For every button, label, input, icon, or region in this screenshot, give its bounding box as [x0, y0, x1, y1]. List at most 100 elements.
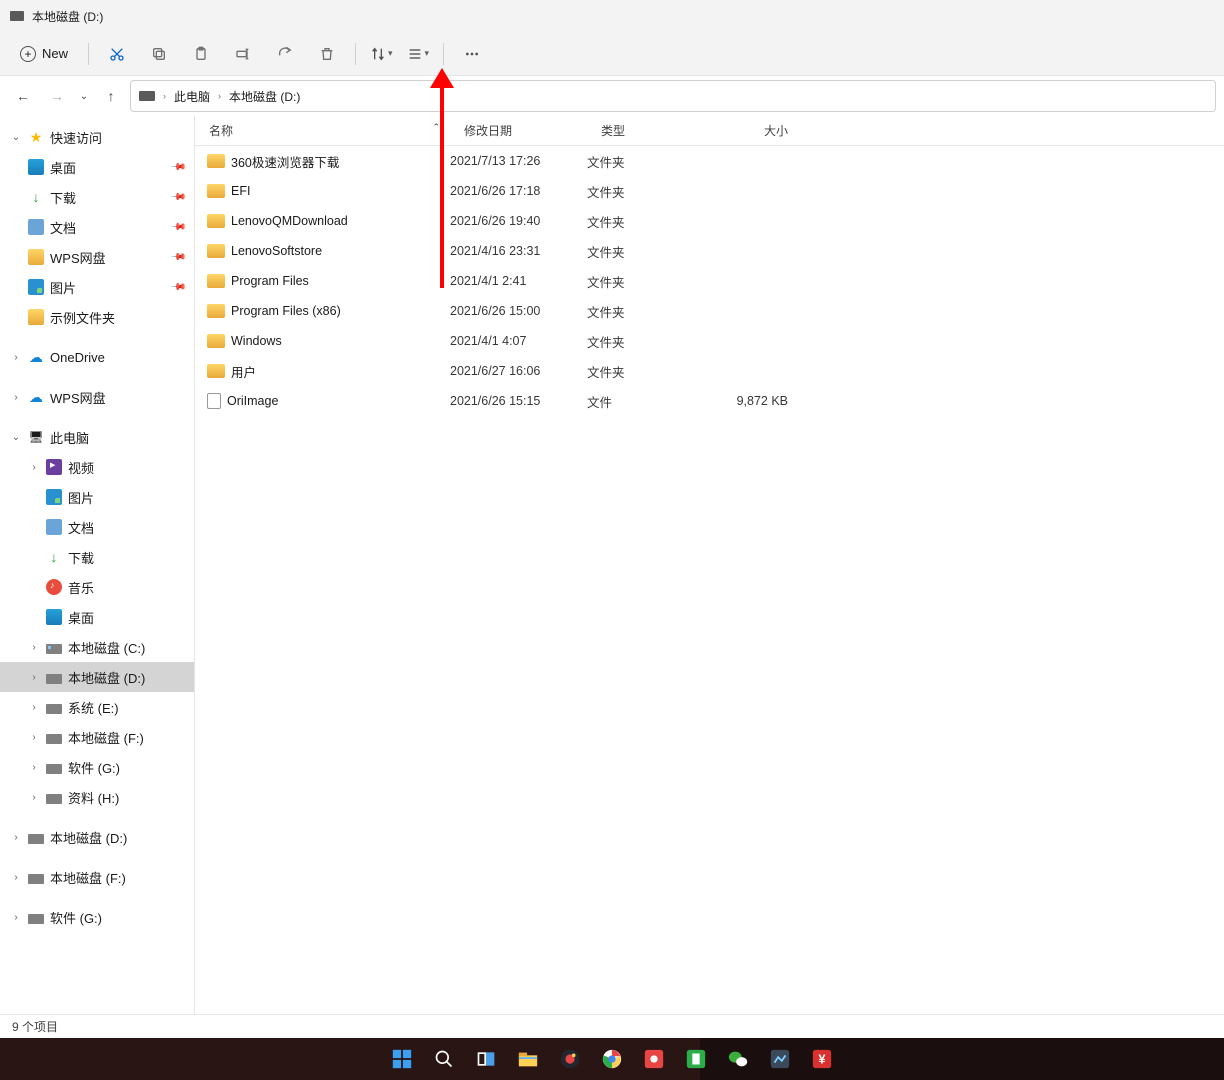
music-icon [46, 579, 62, 595]
drive-icon [46, 704, 62, 714]
paste-button[interactable] [183, 37, 219, 71]
pin-icon: 📌 [169, 219, 186, 236]
sort-button[interactable]: ▾ [366, 37, 397, 71]
sidebar-item-documents[interactable]: 文档📌 [0, 212, 194, 242]
rename-button[interactable] [225, 37, 261, 71]
col-type[interactable]: 类型 [587, 122, 702, 139]
chevron-right-icon: › [28, 642, 40, 653]
chevron-right-icon: › [161, 91, 168, 101]
sidebar-item-drive-g-ext[interactable]: › 软件 (G:) [0, 902, 194, 932]
folder-icon [207, 214, 225, 228]
taskview-button[interactable] [467, 1040, 505, 1078]
delete-button[interactable] [309, 37, 345, 71]
sidebar-item-drive-g[interactable]: ›软件 (G:) [0, 752, 194, 782]
sidebar-item-label: 图片 [50, 278, 76, 297]
sidebar-item-drive-d[interactable]: ›本地磁盘 (D:) [0, 662, 194, 692]
status-bar: 9 个项目 [0, 1014, 1224, 1038]
file-date: 2021/7/13 17:26 [450, 154, 587, 168]
start-button[interactable] [383, 1040, 421, 1078]
col-date[interactable]: 修改日期 [450, 122, 587, 139]
col-name[interactable]: 名称⌃ [195, 122, 450, 139]
sidebar-item-label: 软件 (G:) [68, 758, 120, 777]
sidebar-item-drive-c[interactable]: ›本地磁盘 (C:) [0, 632, 194, 662]
app-generic-1[interactable] [635, 1040, 673, 1078]
app-generic-2[interactable] [677, 1040, 715, 1078]
more-button[interactable] [454, 37, 490, 71]
crumb-root[interactable]: 此电脑 [174, 88, 210, 105]
file-size: 9,872 KB [702, 394, 802, 408]
file-list: 名称⌃ 修改日期 类型 大小 360极速浏览器下载2021/7/13 17:26… [195, 116, 1224, 1014]
chevron-right-icon: › [10, 912, 22, 923]
download-icon [28, 189, 44, 205]
file-name: LenovoSoftstore [231, 244, 322, 258]
table-row[interactable]: Program Files (x86)2021/6/26 15:00文件夹 [195, 296, 1224, 326]
sidebar-item-onedrive[interactable]: ›OneDrive [0, 342, 194, 372]
sidebar-item-drive-h[interactable]: ›资料 (H:) [0, 782, 194, 812]
sidebar-item-videos[interactable]: ›视频 [0, 452, 194, 482]
sidebar-item-drive-d-ext[interactable]: ›本地磁盘 (D:) [0, 822, 194, 852]
sidebar-item-pictures-pc[interactable]: ›图片 [0, 482, 194, 512]
sidebar-item-documents-pc[interactable]: ›文档 [0, 512, 194, 542]
sidebar-item-desktop[interactable]: 桌面📌 [0, 152, 194, 182]
search-button[interactable] [425, 1040, 463, 1078]
recent-button[interactable]: ⌄ [76, 81, 92, 111]
address-bar[interactable]: › 此电脑 › 本地磁盘 (D:) [130, 80, 1216, 112]
app-chrome-2[interactable] [593, 1040, 631, 1078]
table-row[interactable]: Program Files2021/4/1 2:41文件夹 [195, 266, 1224, 296]
folder-icon [28, 309, 44, 325]
sidebar-item-pictures[interactable]: 图片📌 [0, 272, 194, 302]
sidebar-item-downloads[interactable]: 下载📌 [0, 182, 194, 212]
table-row[interactable]: 360极速浏览器下载2021/7/13 17:26文件夹 [195, 146, 1224, 176]
col-size[interactable]: 大小 [702, 122, 802, 139]
sidebar-item-quick-access[interactable]: ⌄ 快速访问 [0, 122, 194, 152]
folder-icon [207, 244, 225, 258]
new-button[interactable]: + New [10, 37, 78, 71]
sidebar-item-wps-drive[interactable]: ›WPS网盘 [0, 382, 194, 412]
cut-button[interactable] [99, 37, 135, 71]
sidebar-item-this-pc[interactable]: ⌄此电脑 [0, 422, 194, 452]
up-button[interactable]: ↑ [96, 81, 126, 111]
table-row[interactable]: LenovoSoftstore2021/4/16 23:31文件夹 [195, 236, 1224, 266]
sidebar-item-label: 下载 [68, 548, 94, 567]
separator [443, 43, 444, 65]
table-row[interactable]: 用户2021/6/27 16:06文件夹 [195, 356, 1224, 386]
sort-caret-icon: ⌃ [432, 122, 440, 139]
table-row[interactable]: EFI2021/6/26 17:18文件夹 [195, 176, 1224, 206]
sidebar-item-label: 音乐 [68, 578, 94, 597]
app-chrome-1[interactable] [551, 1040, 589, 1078]
back-button[interactable]: ← [8, 81, 38, 111]
file-name: EFI [231, 184, 250, 198]
sidebar-item-label: OneDrive [50, 350, 105, 365]
sidebar-item-music[interactable]: ›音乐 [0, 572, 194, 602]
sidebar-item-drive-f-ext[interactable]: ›本地磁盘 (F:) [0, 862, 194, 892]
sidebar-item-label: 文档 [68, 518, 94, 537]
sidebar-item-downloads-pc[interactable]: ›下载 [0, 542, 194, 572]
file-date: 2021/4/1 2:41 [450, 274, 587, 288]
desktop-icon [28, 159, 44, 175]
app-wechat[interactable] [719, 1040, 757, 1078]
sidebar-item-drive-f[interactable]: ›本地磁盘 (F:) [0, 722, 194, 752]
forward-button[interactable]: → [42, 81, 72, 111]
table-row[interactable]: Windows2021/4/1 4:07文件夹 [195, 326, 1224, 356]
table-row[interactable]: OriImage2021/6/26 15:15文件9,872 KB [195, 386, 1224, 416]
sidebar-item-drive-e[interactable]: ›系统 (E:) [0, 692, 194, 722]
copy-button[interactable] [141, 37, 177, 71]
sidebar-item-wps[interactable]: WPS网盘📌 [0, 242, 194, 272]
crumb-current[interactable]: 本地磁盘 (D:) [229, 88, 300, 105]
sidebar-item-desktop-pc[interactable]: ›桌面 [0, 602, 194, 632]
app-generic-4[interactable]: ¥ [803, 1040, 841, 1078]
chevron-right-icon: › [10, 392, 22, 403]
pin-icon: 📌 [169, 159, 186, 176]
share-button[interactable] [267, 37, 303, 71]
view-button[interactable]: ▾ [403, 37, 434, 71]
sidebar-item-label: 软件 (G:) [50, 908, 102, 927]
sidebar-item-label: 资料 (H:) [68, 788, 119, 807]
app-generic-3[interactable] [761, 1040, 799, 1078]
drive-icon [46, 764, 62, 774]
file-date: 2021/6/26 15:00 [450, 304, 587, 318]
table-row[interactable]: LenovoQMDownload2021/6/26 19:40文件夹 [195, 206, 1224, 236]
chevron-right-icon: › [28, 462, 40, 473]
file-icon [207, 393, 221, 409]
explorer-button[interactable] [509, 1040, 547, 1078]
sidebar-item-example[interactable]: 示例文件夹 [0, 302, 194, 332]
